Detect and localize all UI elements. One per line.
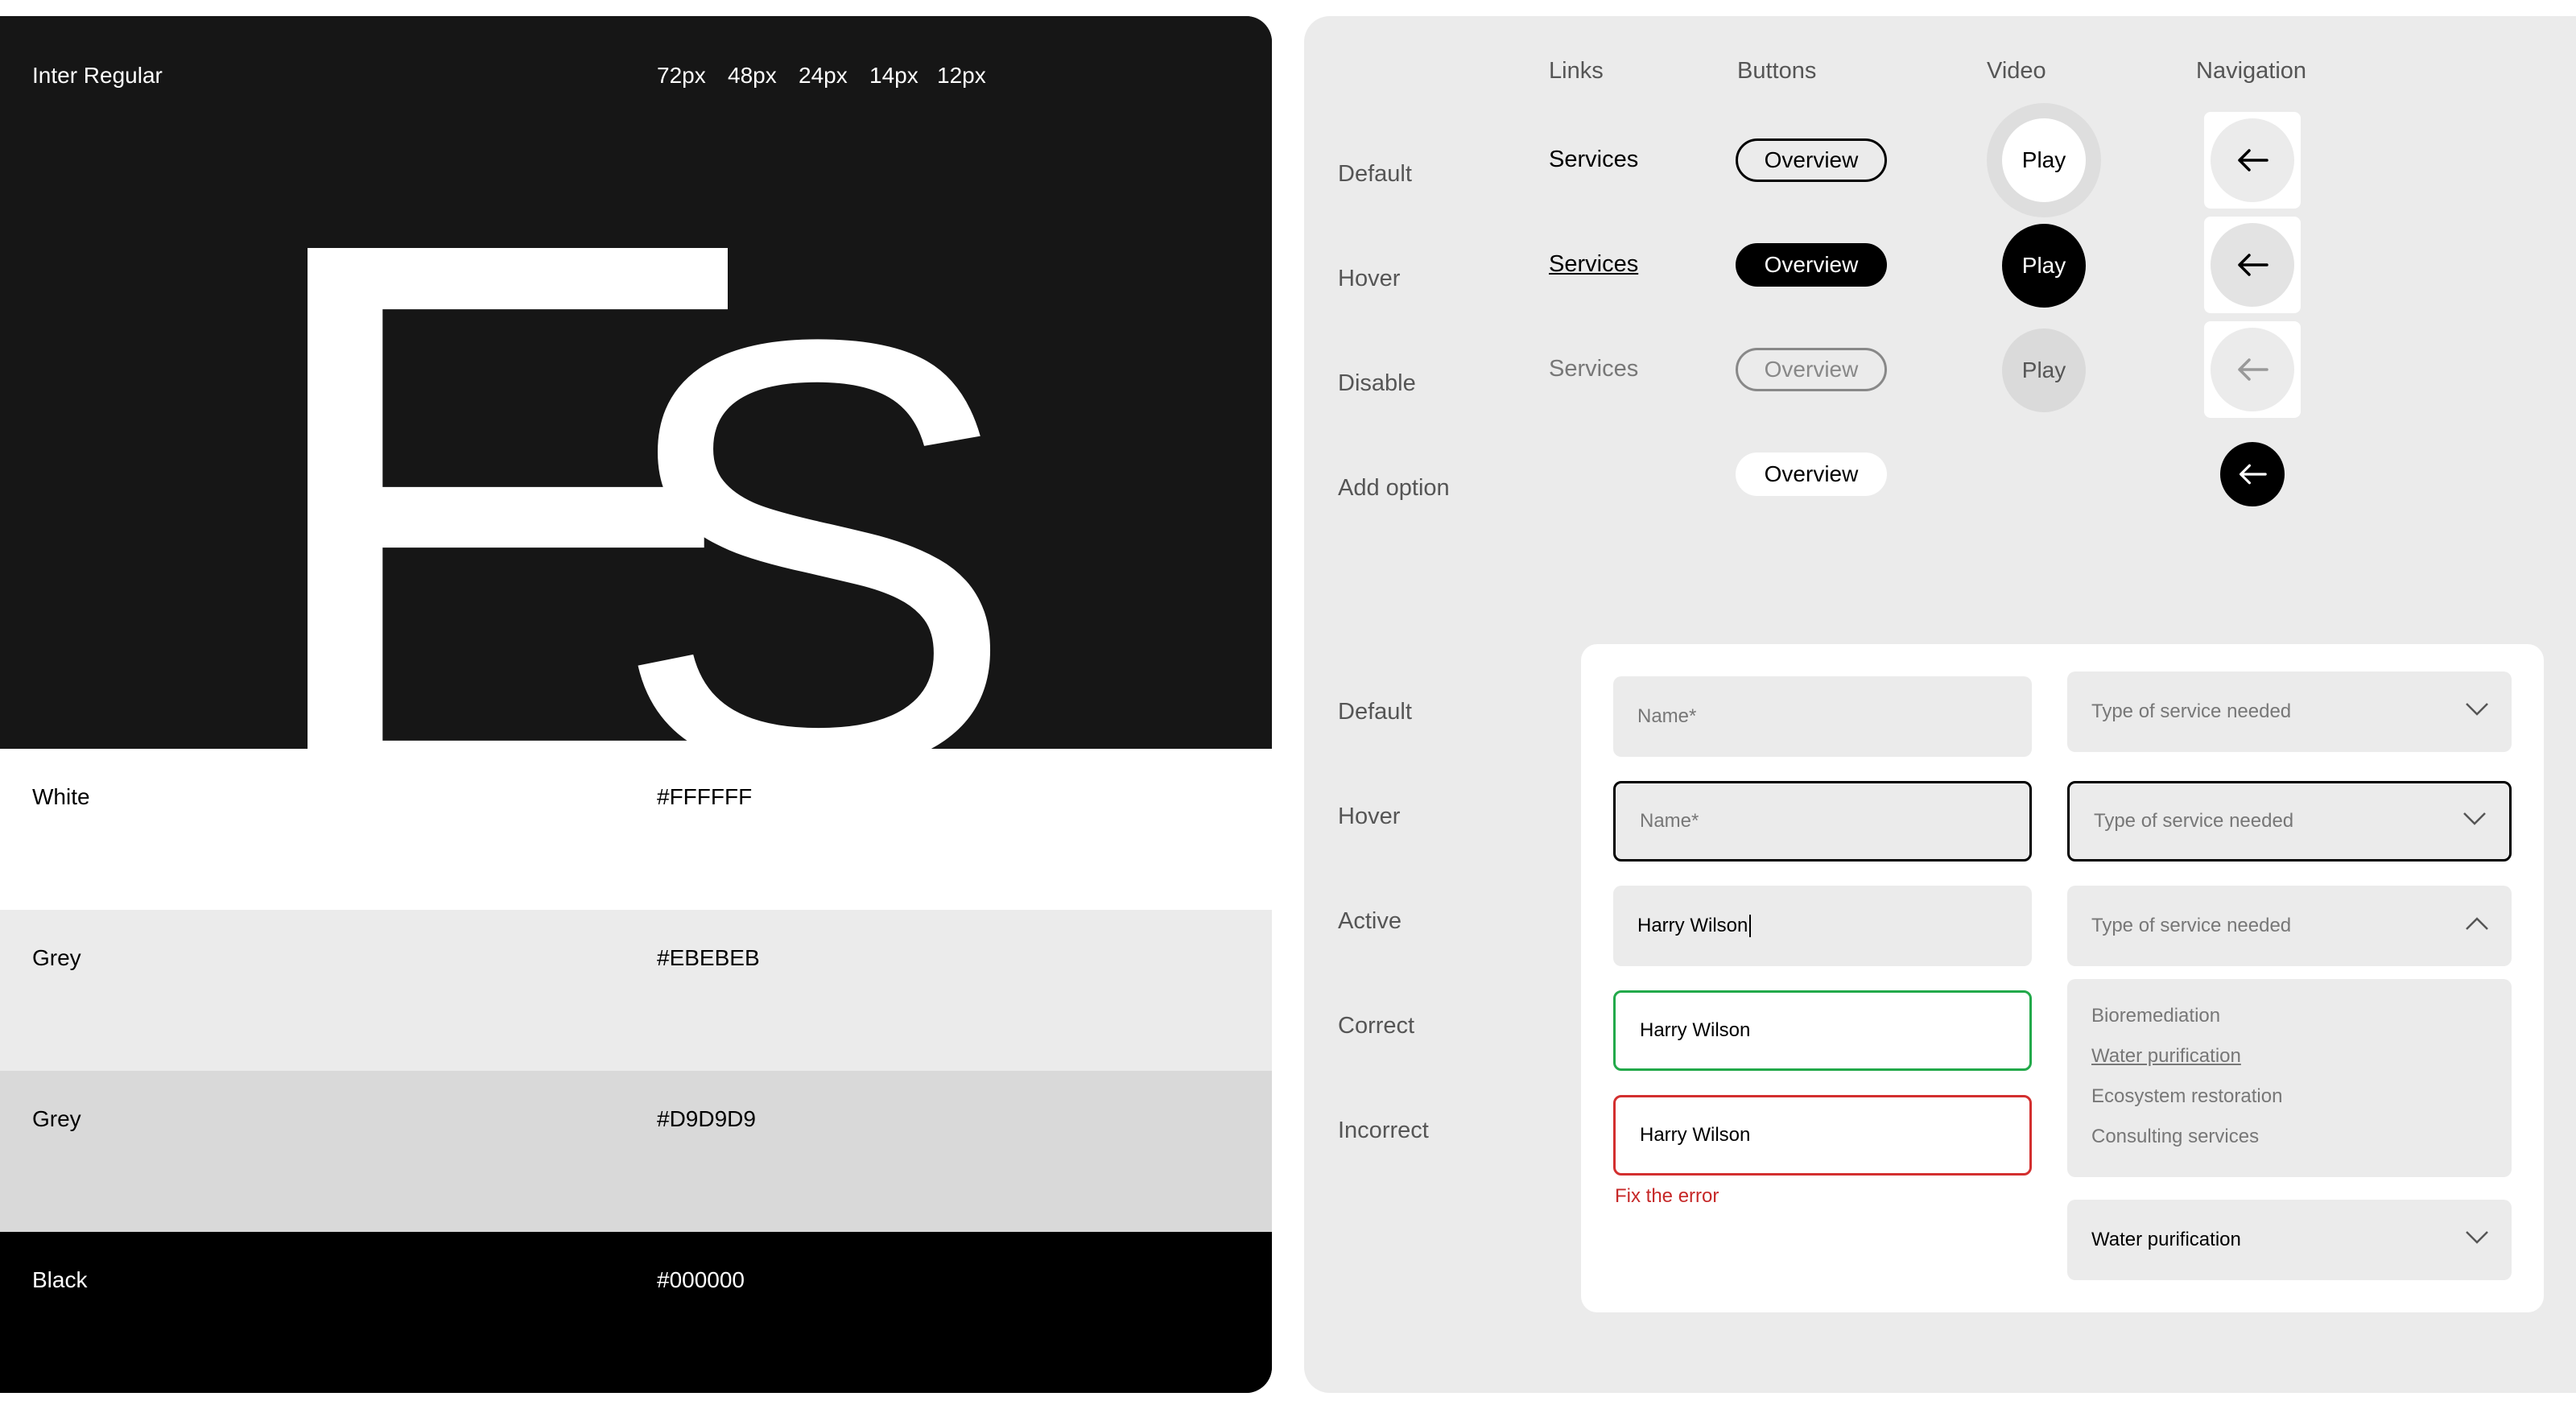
name-field-active[interactable]: Harry Wilson [1613, 886, 2032, 966]
swatch-hex: #D9D9D9 [657, 1106, 756, 1131]
option-consulting-services[interactable]: Consulting services [2091, 1126, 2259, 1148]
play-button-default-ring: Play [1987, 103, 2101, 217]
font-name-label: Inter Regular [32, 63, 163, 88]
form-state-correct: Correct [1338, 1013, 1415, 1039]
arrow-left-icon [2238, 149, 2268, 171]
swatch-hex: #EBEBEB [657, 945, 760, 970]
option-water-purification[interactable]: Water purification [2091, 1045, 2241, 1068]
arrow-left-icon [2238, 254, 2268, 276]
component-states-panel: Links Buttons Video Navigation Default H… [1304, 16, 2576, 1393]
select-placeholder: Type of service needed [2091, 700, 2292, 722]
nav-circle [2211, 328, 2294, 411]
service-select-active[interactable]: Type of service needed [2067, 886, 2512, 966]
column-header-video: Video [1987, 58, 2046, 84]
chevron-down-icon [2466, 1231, 2488, 1244]
overview-button-add-option[interactable]: Overview [1736, 452, 1887, 496]
play-button-hover[interactable]: Play [2002, 224, 2086, 308]
chevron-down-icon [2466, 703, 2488, 716]
nav-button-disabled [2204, 321, 2301, 418]
error-message: Fix the error [1615, 1185, 1719, 1207]
service-select-default[interactable]: Type of service needed [2067, 671, 2512, 752]
select-placeholder: Type of service needed [2094, 810, 2294, 832]
field-value: Harry Wilson [1640, 1019, 1751, 1041]
style-guide-panel: Inter Regular 72px 48px 24px 14px 12px E… [0, 16, 1272, 1393]
chevron-down-icon [2463, 812, 2486, 825]
swatch-grey: Grey #D9D9D9 [0, 1071, 1272, 1232]
form-states-card: Name* Name* Harry Wilson Harry Wilson Ha… [1581, 644, 2544, 1312]
nav-button-default[interactable] [2204, 112, 2301, 209]
state-label-disable: Disable [1338, 370, 1416, 396]
state-label-hover: Hover [1338, 266, 1401, 291]
nav-circle [2211, 223, 2294, 307]
option-ecosystem-restoration[interactable]: Ecosystem restoration [2091, 1085, 2282, 1108]
form-state-active: Active [1338, 908, 1402, 934]
form-state-hover: Hover [1338, 804, 1401, 829]
sample-letter-s: S [610, 213, 1018, 750]
column-header-navigation: Navigation [2196, 58, 2307, 84]
nav-button-hover[interactable] [2204, 217, 2301, 313]
name-field-incorrect[interactable]: Harry Wilson [1613, 1095, 2032, 1176]
swatch-hex: #000000 [657, 1267, 745, 1292]
column-header-links: Links [1549, 58, 1604, 84]
play-button-default[interactable]: Play [2002, 118, 2086, 202]
form-state-default: Default [1338, 699, 1412, 725]
select-placeholder: Type of service needed [2091, 915, 2292, 936]
state-label-add-option: Add option [1338, 475, 1450, 501]
field-value: Harry Wilson [1640, 1124, 1751, 1146]
swatch-black: Black #000000 [0, 1232, 1272, 1393]
typography-specimen: Inter Regular 72px 48px 24px 14px 12px E… [0, 16, 1272, 749]
option-bioremediation[interactable]: Bioremediation [2091, 1005, 2220, 1027]
field-placeholder: Name* [1640, 810, 1699, 832]
nav-button-add-option[interactable] [2220, 442, 2285, 506]
swatch-name: Black [32, 1267, 88, 1292]
name-field-correct[interactable]: Harry Wilson [1613, 990, 2032, 1071]
font-size-14: 14px [869, 63, 919, 88]
swatch-grey-light: Grey #EBEBEB [0, 910, 1272, 1071]
swatch-hex: #FFFFFF [657, 784, 753, 809]
field-placeholder: Name* [1637, 705, 1697, 727]
service-select-hover[interactable]: Type of service needed [2067, 781, 2512, 862]
arrow-left-icon [2238, 358, 2268, 381]
name-field-hover[interactable]: Name* [1613, 781, 2032, 862]
service-select-filled[interactable]: Water purification [2067, 1200, 2512, 1280]
link-default[interactable]: Services [1549, 147, 1638, 173]
overview-button-disabled: Overview [1736, 348, 1887, 391]
font-size-12: 12px [937, 63, 986, 88]
swatch-name: Grey [32, 1106, 81, 1131]
play-button-disabled: Play [2002, 328, 2086, 412]
nav-circle [2211, 118, 2294, 202]
state-label-default: Default [1338, 161, 1412, 187]
field-value: Harry Wilson [1637, 915, 1748, 936]
select-value: Water purification [2091, 1229, 2241, 1250]
link-disabled: Services [1549, 356, 1639, 382]
chevron-up-icon [2466, 917, 2488, 930]
link-hover[interactable]: Services [1549, 251, 1638, 278]
arrow-left-icon [2240, 464, 2267, 485]
text-cursor [1749, 915, 1752, 937]
font-size-24: 24px [799, 63, 848, 88]
service-options-list: Bioremediation Water purification Ecosys… [2067, 979, 2512, 1177]
name-field-default[interactable]: Name* [1613, 676, 2032, 757]
form-state-incorrect: Incorrect [1338, 1118, 1429, 1143]
swatch-name: White [32, 784, 90, 809]
overview-button-default[interactable]: Overview [1736, 138, 1887, 182]
overview-button-hover[interactable]: Overview [1736, 243, 1887, 287]
swatch-white: White #FFFFFF [0, 749, 1272, 910]
column-header-buttons: Buttons [1737, 58, 1817, 84]
swatch-name: Grey [32, 945, 81, 970]
